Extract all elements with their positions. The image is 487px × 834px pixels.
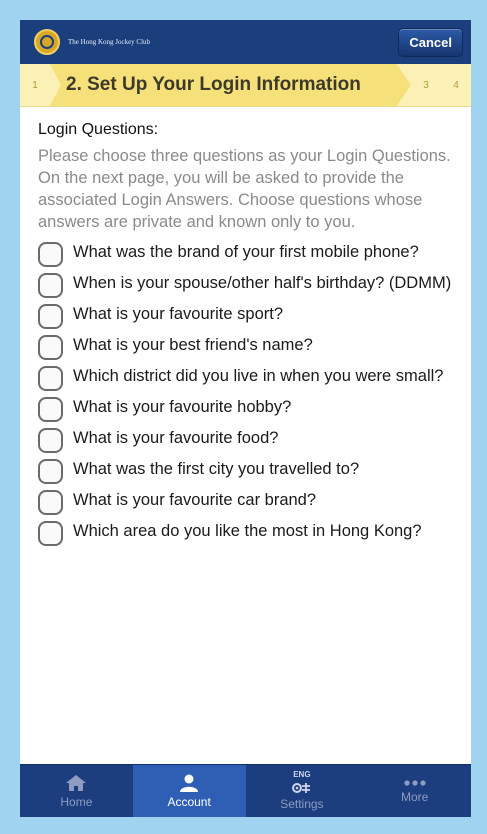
question-item[interactable]: What is your favourite hobby? bbox=[38, 396, 453, 422]
instructions-text: Please choose three questions as your Lo… bbox=[38, 147, 451, 231]
tab-more-label: More bbox=[400, 789, 429, 804]
jockey-club-logo-icon bbox=[34, 29, 60, 55]
question-checkbox[interactable] bbox=[38, 459, 63, 484]
language-badge: ENG bbox=[293, 770, 311, 779]
person-icon bbox=[180, 774, 199, 792]
step-progress-bar: 1 2. Set Up Your Login Information 3 4 bbox=[20, 64, 471, 107]
question-item[interactable]: What is your best friend's name? bbox=[38, 334, 453, 360]
question-label: Which area do you like the most in Hong … bbox=[73, 522, 422, 540]
question-label: What is your favourite sport? bbox=[73, 305, 284, 323]
brand-name: The Hong Kong Jockey Club bbox=[68, 38, 151, 46]
question-checkbox[interactable] bbox=[38, 335, 63, 360]
question-label: What was the first city you travelled to… bbox=[73, 460, 360, 478]
question-item[interactable]: Which district did you live in when you … bbox=[38, 365, 453, 391]
tab-settings-label: Settings bbox=[280, 797, 324, 811]
question-item[interactable]: What is your favourite car brand? bbox=[38, 489, 453, 515]
settings-icon bbox=[291, 783, 310, 793]
question-label: When is your spouse/other half's birthda… bbox=[73, 274, 452, 292]
question-label: What is your best friend's name? bbox=[73, 336, 313, 354]
question-checkbox[interactable] bbox=[38, 273, 63, 298]
tab-account[interactable]: Account bbox=[132, 765, 246, 817]
step-current-label: 2. Set Up Your Login Information bbox=[66, 74, 361, 95]
question-item[interactable]: What is your favourite food? bbox=[38, 427, 453, 453]
more-icon bbox=[404, 779, 426, 786]
bottom-tab-bar: Home Account ENG Settings More bbox=[20, 764, 471, 817]
question-item[interactable]: Which area do you like the most in Hong … bbox=[38, 520, 453, 546]
step-next-group: 3 4 bbox=[411, 80, 471, 91]
question-checkbox[interactable] bbox=[38, 304, 63, 329]
tab-more[interactable]: More bbox=[358, 765, 471, 817]
question-list: What was the brand of your first mobile … bbox=[38, 241, 453, 546]
phone-screen: The Hong Kong Jockey Club Cancel 1 2. Se… bbox=[20, 20, 471, 817]
top-bar: The Hong Kong Jockey Club Cancel bbox=[20, 20, 471, 64]
tab-account-label: Account bbox=[167, 794, 211, 809]
question-item[interactable]: What was the first city you travelled to… bbox=[38, 458, 453, 484]
question-checkbox[interactable] bbox=[38, 242, 63, 267]
question-checkbox[interactable] bbox=[38, 490, 63, 515]
question-checkbox[interactable] bbox=[38, 521, 63, 546]
question-label: What is your favourite car brand? bbox=[73, 491, 317, 509]
question-item[interactable]: What was the brand of your first mobile … bbox=[38, 241, 453, 267]
step-next: 3 bbox=[423, 79, 429, 91]
question-checkbox[interactable] bbox=[38, 428, 63, 453]
tab-home[interactable]: Home bbox=[20, 765, 133, 817]
main-content: Login Questions: Please choose three que… bbox=[20, 107, 471, 546]
step-prev: 1 bbox=[32, 79, 38, 91]
step-last: 4 bbox=[453, 79, 459, 91]
question-checkbox[interactable] bbox=[38, 366, 63, 391]
tab-home-label: Home bbox=[60, 794, 93, 809]
question-checkbox[interactable] bbox=[38, 397, 63, 422]
question-label: What is your favourite hobby? bbox=[73, 398, 292, 416]
question-label: What was the brand of your first mobile … bbox=[73, 243, 419, 261]
section-title: Login Questions: bbox=[38, 121, 159, 138]
step-current: 2. Set Up Your Login Information bbox=[50, 64, 411, 106]
cancel-button[interactable]: Cancel bbox=[398, 27, 463, 57]
tab-settings[interactable]: ENG Settings bbox=[246, 765, 359, 817]
brand: The Hong Kong Jockey Club bbox=[34, 29, 150, 55]
question-item[interactable]: When is your spouse/other half's birthda… bbox=[38, 272, 453, 298]
question-label: What is your favourite food? bbox=[73, 429, 279, 447]
question-label: Which district did you live in when you … bbox=[73, 367, 444, 385]
question-item[interactable]: What is your favourite sport? bbox=[38, 303, 453, 329]
home-icon bbox=[66, 774, 87, 791]
